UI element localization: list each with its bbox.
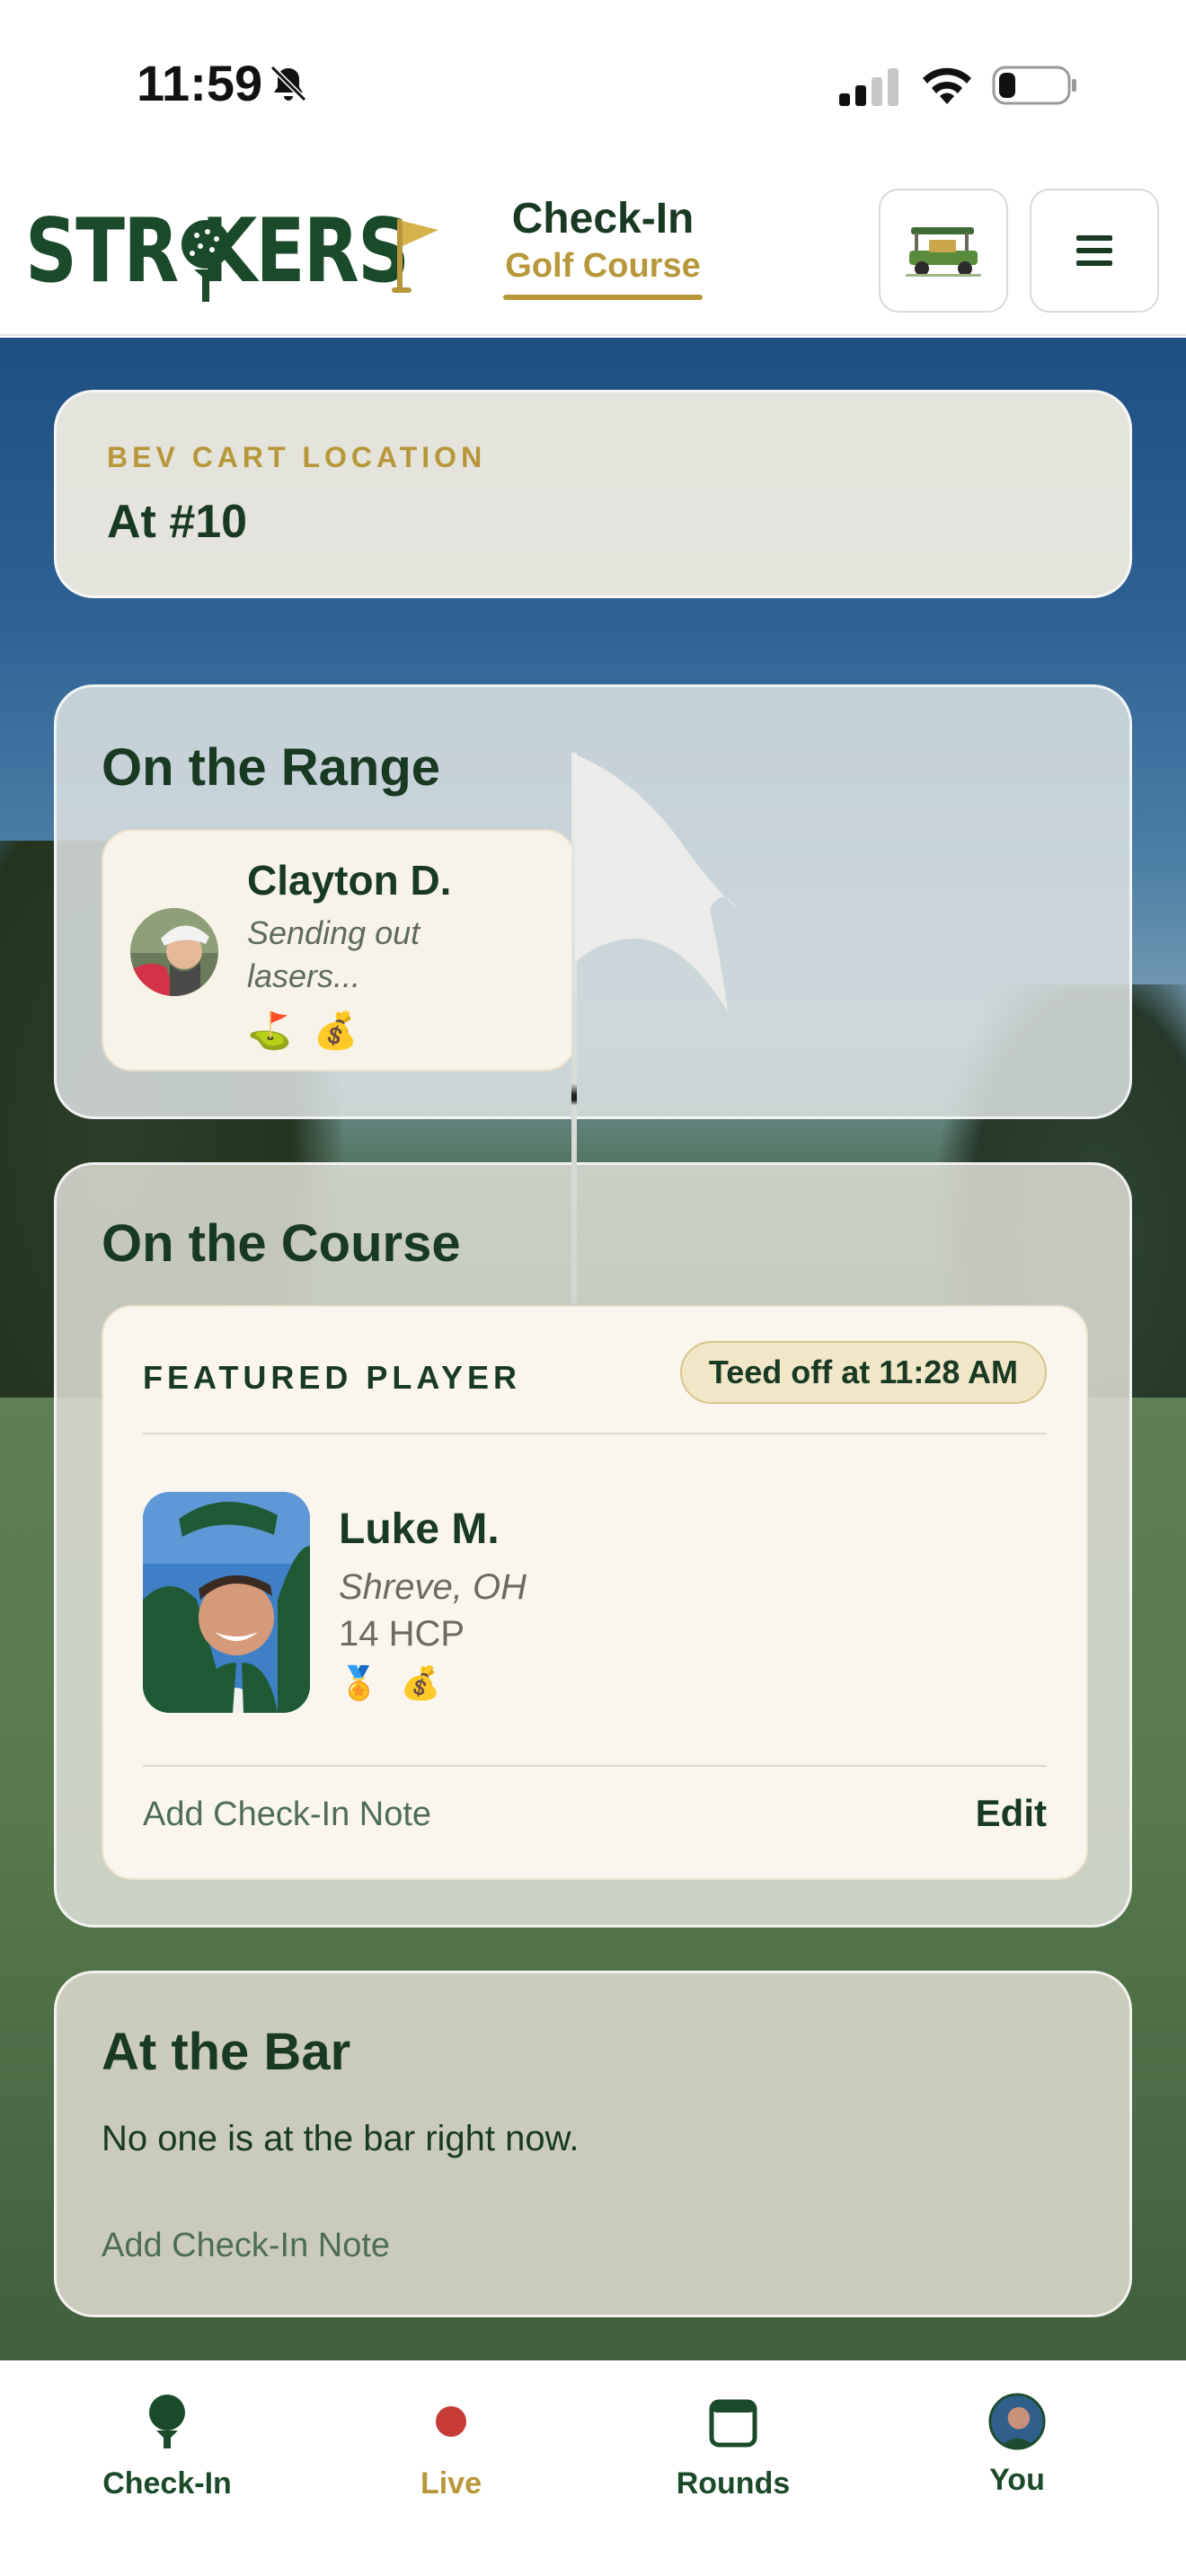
featured-player-photo xyxy=(143,1492,310,1713)
tab-live[interactable]: Live xyxy=(352,2393,550,2501)
tab-label-check-in: Check-In xyxy=(102,2466,232,2501)
hamburger-menu-icon xyxy=(1076,235,1112,266)
strikers-logo[interactable]: STR KERS xyxy=(25,200,492,303)
bottom-tab-bar: Check-In Live Rounds You xyxy=(0,2360,1186,2576)
avatar xyxy=(130,908,218,996)
header-title-block: Check-In Golf Course xyxy=(503,194,703,300)
wifi-icon xyxy=(923,67,971,104)
bar-empty-state: No one is at the bar right now. xyxy=(102,2119,580,2158)
status-bar: 11:59 xyxy=(0,0,1186,171)
scorecard-icon xyxy=(709,2399,757,2448)
divider xyxy=(143,1433,1047,1434)
bar-title: At the Bar xyxy=(102,2023,351,2081)
featured-player-card[interactable]: FEATURED PLAYER Teed off at 11:28 AM Luk… xyxy=(102,1305,1088,1880)
featured-player-location: Shreve, OH xyxy=(339,1567,527,1607)
tab-rounds[interactable]: Rounds xyxy=(634,2393,832,2501)
teed-off-badge: Teed off at 11:28 AM xyxy=(679,1341,1047,1404)
avatar xyxy=(988,2393,1046,2450)
cellular-signal-icon xyxy=(839,68,898,106)
battery-icon xyxy=(992,66,1076,105)
status-time: 11:59 xyxy=(137,55,263,111)
golf-ball-tee-icon xyxy=(149,2395,185,2448)
money-bag-badge: 💰 xyxy=(400,1664,441,1701)
featured-player-badges: 🏅 💰 xyxy=(339,1663,441,1704)
flag-icon xyxy=(392,219,438,293)
flag-in-hole-badge: ⛳ xyxy=(247,1011,292,1051)
tab-check-in[interactable]: Check-In xyxy=(68,2393,266,2501)
title-underline xyxy=(503,295,703,300)
golf-ball-on-tee-icon xyxy=(181,220,230,302)
featured-player-name: Luke M. xyxy=(339,1505,500,1553)
divider xyxy=(143,1765,1047,1767)
add-check-in-note-link[interactable]: Add Check-In Note xyxy=(143,1795,431,1834)
money-bag-badge: 💰 xyxy=(313,1011,358,1051)
medal-badge: 🏅 xyxy=(339,1664,379,1701)
tab-label-live: Live xyxy=(420,2466,482,2501)
edit-button[interactable]: Edit xyxy=(976,1792,1047,1835)
bev-cart-label: BEV CART LOCATION xyxy=(107,441,487,473)
bev-cart-card[interactable]: BEV CART LOCATION At #10 xyxy=(54,390,1132,598)
pin-flag xyxy=(575,754,737,1011)
tab-label-you: You xyxy=(989,2463,1045,2497)
bev-cart-location: At #10 xyxy=(107,496,248,548)
page-subtitle[interactable]: Golf Course xyxy=(503,247,703,286)
range-player-name: Clayton D. xyxy=(247,857,452,904)
range-player-badges: ⛳ 💰 xyxy=(247,1010,358,1052)
course-title: On the Course xyxy=(102,1214,461,1273)
menu-button[interactable] xyxy=(1030,189,1159,313)
add-check-in-note-link[interactable]: Add Check-In Note xyxy=(102,2227,390,2265)
page-title: Check-In xyxy=(511,195,695,243)
on-the-course-card: On the Course FEATURED PLAYER Teed off a… xyxy=(54,1162,1132,1928)
range-player-card[interactable]: Clayton D. Sending out lasers... ⛳ 💰 xyxy=(102,829,576,1072)
at-the-bar-card: At the Bar No one is at the bar right no… xyxy=(54,1971,1132,2317)
tab-you[interactable]: You xyxy=(918,2393,1116,2501)
featured-player-handicap: 14 HCP xyxy=(339,1614,465,1654)
app-header: STR KERS Check-In Golf Course xyxy=(0,171,1186,336)
featured-player-label: FEATURED PLAYER xyxy=(143,1359,522,1396)
golf-cart-icon xyxy=(906,227,981,277)
tab-label-rounds: Rounds xyxy=(676,2466,791,2501)
live-dot-icon xyxy=(436,2406,466,2437)
bev-cart-button[interactable] xyxy=(879,189,1008,313)
range-title: On the Range xyxy=(102,738,441,797)
range-player-status: Sending out lasers... xyxy=(247,914,420,994)
bell-slash-icon xyxy=(270,65,307,102)
